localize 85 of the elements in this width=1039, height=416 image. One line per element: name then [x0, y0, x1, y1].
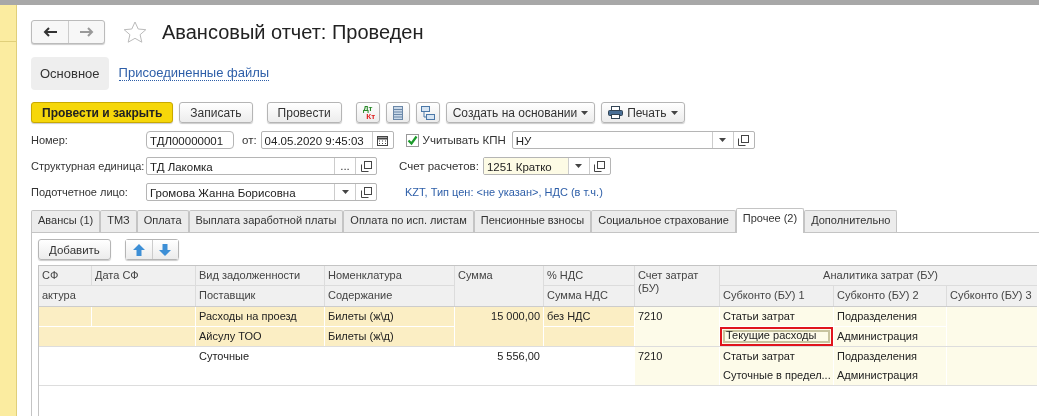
list-button[interactable]	[385, 102, 410, 123]
table-cell: Администрация	[834, 327, 946, 346]
kpn-checkbox[interactable]: Учитывать КПН	[405, 133, 506, 147]
up-arrow-icon	[132, 243, 145, 256]
column-header[interactable]: Сумма	[455, 266, 543, 306]
column-header[interactable]: Сумма НДС	[544, 286, 634, 306]
field-label: Счет расчетов:	[399, 160, 479, 172]
field-label: Номер:	[31, 134, 69, 146]
column-header[interactable]: Содержание	[325, 286, 454, 306]
field-label: от:	[242, 134, 257, 146]
column-header[interactable]: Вид задолженности	[196, 266, 324, 285]
caret-icon	[341, 190, 349, 194]
open-window-icon	[738, 134, 750, 146]
field-label: Структурная единица:	[31, 160, 146, 172]
column-header[interactable]: Субконто (БУ) 3	[947, 286, 1037, 306]
toolbar-button[interactable]: Провести	[266, 102, 342, 123]
print-button[interactable]: Печать	[601, 102, 685, 123]
column-header[interactable]: СФ	[39, 266, 91, 285]
caret-icon	[581, 110, 589, 115]
highlighted-cell: Текущие расходы	[720, 327, 833, 346]
tab[interactable]: ТМЗ	[100, 210, 137, 232]
tab[interactable]: Дополнительно	[804, 210, 898, 232]
tab[interactable]: Социальное страхование	[591, 210, 736, 232]
toolbar-button[interactable]: Записать	[179, 102, 253, 123]
number-field[interactable]: ТДЛ00000001	[146, 131, 234, 149]
column-header[interactable]: % НДС	[544, 266, 634, 285]
table-cell: 7210	[635, 347, 719, 385]
table-cell: 7210	[635, 307, 719, 346]
caret-icon	[719, 138, 727, 142]
table-cell: Расходы на проезд	[196, 307, 324, 326]
column-header[interactable]: Номенклатура	[325, 266, 454, 285]
currency-link[interactable]: KZT, Тип цен: <не указан>, НДС (в т.ч.)	[405, 186, 603, 198]
open-window-icon	[360, 160, 372, 172]
list-icon	[392, 105, 403, 120]
section-tab[interactable]: Присоединенные файлы	[118, 65, 270, 81]
left-arrow-icon	[43, 27, 57, 37]
table-cell: Айсулу ТОО	[196, 327, 324, 346]
window-title: Авансовый отчет: Проведен	[162, 20, 424, 44]
printer-icon	[608, 106, 624, 119]
table-cell: Билеты (ж\д)	[325, 327, 454, 346]
unit-field[interactable]: ТД Лакомка ...	[146, 157, 377, 175]
column-header[interactable]: Поставщик	[196, 286, 324, 306]
table-cell: Подразделения	[834, 307, 946, 326]
table-cell: без НДС	[544, 307, 634, 326]
table-cell: Администрация	[834, 366, 946, 385]
date-field[interactable]: 04.05.2020 9:45:03	[260, 131, 394, 149]
dt-kt-button[interactable]: Дт Кт	[355, 102, 380, 123]
tab[interactable]: Выплата заработной платы	[188, 210, 344, 232]
field-label: Подотчетное лицо:	[31, 186, 129, 198]
down-arrow-icon	[159, 243, 172, 256]
tab[interactable]: Прочее (2)	[735, 208, 805, 233]
move-up-button[interactable]	[125, 240, 152, 259]
tab[interactable]: Авансы (1)	[31, 210, 101, 232]
table-cell: Подразделения	[834, 347, 946, 366]
person-field[interactable]: Громова Жанна Борисовна	[146, 183, 377, 201]
tax-mode-field[interactable]: НУ	[511, 131, 755, 149]
add-button[interactable]: Добавить	[38, 239, 111, 260]
column-header[interactable]: Аналитика затрат (БУ)	[720, 266, 1037, 285]
table-cell: Суточные в предел...	[720, 366, 833, 385]
table-cell: 15 000,00	[455, 307, 543, 346]
star-icon[interactable]	[123, 20, 147, 44]
calendar-icon	[377, 134, 389, 146]
column-header[interactable]: Счет затрат (БУ)	[635, 266, 719, 306]
caret-icon	[575, 164, 583, 168]
column-header[interactable]: актура	[39, 286, 195, 306]
tab[interactable]: Пенсионные взносы	[473, 210, 592, 232]
dropdown-button[interactable]: Создать на основании	[445, 102, 596, 123]
structure-icon	[420, 105, 435, 120]
table-cell: Билеты (ж\д)	[325, 307, 454, 326]
move-down-button[interactable]	[151, 240, 178, 259]
open-window-icon	[360, 186, 372, 198]
section-tab[interactable]: Основное	[31, 56, 109, 90]
open-window-icon	[594, 160, 606, 172]
post-and-close-button[interactable]: Провести и закрыть	[31, 102, 174, 123]
tab[interactable]: Оплата	[136, 210, 189, 232]
table-cell: Статьи затрат	[720, 347, 833, 366]
column-header[interactable]: Дата СФ	[92, 266, 195, 285]
account-field[interactable]: 1251 Кратко	[482, 157, 611, 175]
table-cell: Статьи затрат	[720, 307, 833, 326]
column-header[interactable]: Субконто (БУ) 1	[720, 286, 833, 306]
right-arrow-icon	[79, 27, 94, 37]
column-header[interactable]: Субконто (БУ) 2	[834, 286, 946, 306]
caret-icon	[670, 110, 678, 115]
tab[interactable]: Оплата по исп. листам	[343, 210, 474, 232]
structure-button[interactable]	[415, 102, 440, 123]
